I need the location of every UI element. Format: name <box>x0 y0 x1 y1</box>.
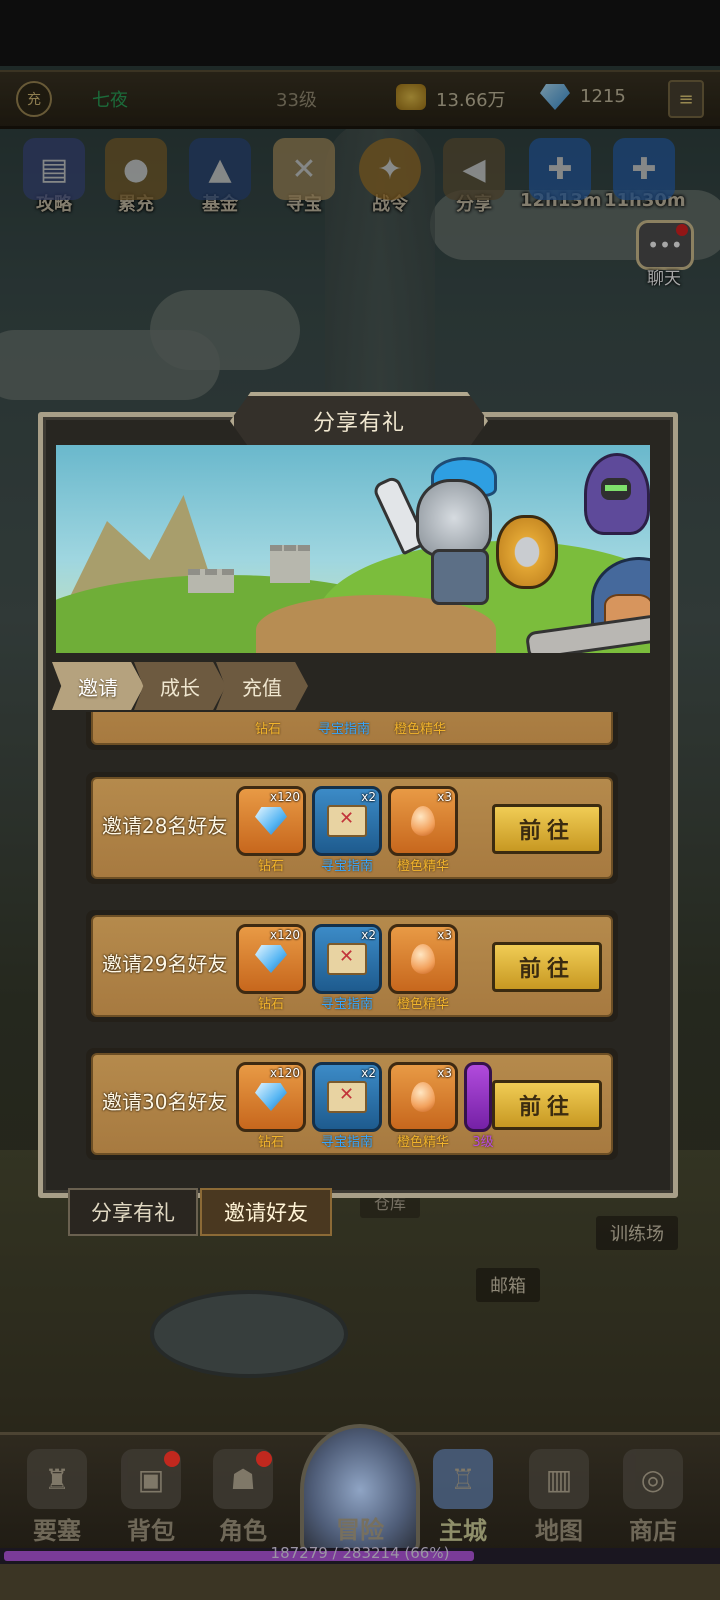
distant-castle <box>188 569 234 593</box>
reward-orange-essence[interactable]: x3 橙色精华 <box>388 786 458 874</box>
tab-invite[interactable]: 邀请 <box>52 662 144 710</box>
distant-castle <box>270 545 310 583</box>
reward-treasure-guide[interactable]: x2 寻宝指南 <box>312 924 382 1012</box>
tab-recharge[interactable]: 充值 <box>216 662 308 710</box>
nav-backpack[interactable]: ▣ 背包 <box>106 1449 196 1545</box>
treasure-map-icon <box>327 943 367 975</box>
reward-level-3-item[interactable]: 3级 <box>464 1062 494 1150</box>
reward-row: 邀请30名好友 x120 钻石 x2 寻宝指南 x3 橙色精华 3级 前往 <box>86 1048 618 1160</box>
nav-fortress[interactable]: ♜ 要塞 <box>12 1449 102 1545</box>
reward-list[interactable]: 钻石 寻宝指南 橙色精华 邀请28名好友 x120 钻石 x2 寻宝指南 x3 … <box>52 712 652 1170</box>
diamond-icon <box>255 807 287 835</box>
reward-name: 钻石 <box>254 722 281 737</box>
mage-hero <box>584 453 650 535</box>
experience-text: 187279 / 283214 (66%) <box>270 1544 450 1562</box>
nav-character[interactable]: ☗ 角色 <box>198 1449 288 1545</box>
reward-orange-essence[interactable]: x3 橙色精华 <box>388 1062 458 1150</box>
reward-row-partial: 钻石 寻宝指南 橙色精华 <box>86 712 618 750</box>
fortress-icon: ♜ <box>27 1449 87 1509</box>
nav-shop[interactable]: ◎ 商店 <box>608 1449 698 1545</box>
essence-icon <box>411 944 435 974</box>
reward-row: 邀请29名好友 x120 钻石 x2 寻宝指南 x3 橙色精华 前往 <box>86 910 618 1022</box>
share-gift-subtab[interactable]: 分享有礼 <box>68 1188 198 1236</box>
reward-treasure-guide[interactable]: x2 寻宝指南 <box>312 786 382 874</box>
invite-friends-subtab[interactable]: 邀请好友 <box>200 1188 332 1236</box>
diamond-icon <box>255 1083 287 1111</box>
modal-tabs: 邀请 成长 充值 <box>52 662 652 710</box>
reward-diamond[interactable]: x120 钻石 <box>236 924 306 1012</box>
nav-main-city[interactable]: ♖ 主城 <box>418 1449 508 1545</box>
nav-adventure[interactable]: 冒险 <box>300 1424 420 1556</box>
adventure-label: 冒险 <box>336 1516 384 1544</box>
shop-icon: ◎ <box>623 1449 683 1509</box>
promo-banner <box>56 445 650 653</box>
tab-growth[interactable]: 成长 <box>134 662 226 710</box>
invite-goal-label: 邀请28名好友 <box>102 814 228 838</box>
essence-icon <box>411 806 435 836</box>
nav-map[interactable]: ▥ 地图 <box>514 1449 604 1545</box>
reward-diamond[interactable]: x120 钻石 <box>236 786 306 874</box>
modal-title-plate: 分享有礼 <box>230 392 488 450</box>
treasure-map-icon <box>327 805 367 837</box>
reward-name: 橙色精华 <box>393 722 446 737</box>
notification-dot <box>256 1451 272 1467</box>
invite-goal-label: 邀请30名好友 <box>102 1090 228 1114</box>
modal-title: 分享有礼 <box>312 411 405 436</box>
reward-name: 寻宝指南 <box>317 722 370 737</box>
shield <box>496 515 558 589</box>
diamond-icon <box>255 945 287 973</box>
essence-icon <box>411 1082 435 1112</box>
invite-goal-label: 邀请29名好友 <box>102 952 228 976</box>
reward-diamond[interactable]: x120 钻石 <box>236 1062 306 1150</box>
treasure-map-icon <box>327 1081 367 1113</box>
notification-dot <box>164 1451 180 1467</box>
go-button[interactable]: 前往 <box>492 1080 602 1130</box>
reward-orange-essence[interactable]: x3 橙色精华 <box>388 924 458 1012</box>
reward-row: 邀请28名好友 x120 钻石 x2 寻宝指南 x3 橙色精华 前往 <box>86 772 618 884</box>
scroll-map-icon: ▥ <box>529 1449 589 1509</box>
reward-treasure-guide[interactable]: x2 寻宝指南 <box>312 1062 382 1150</box>
knight-hero <box>401 457 506 607</box>
go-button[interactable]: 前往 <box>492 804 602 854</box>
go-button[interactable]: 前往 <box>492 942 602 992</box>
castle-icon: ♖ <box>433 1449 493 1509</box>
